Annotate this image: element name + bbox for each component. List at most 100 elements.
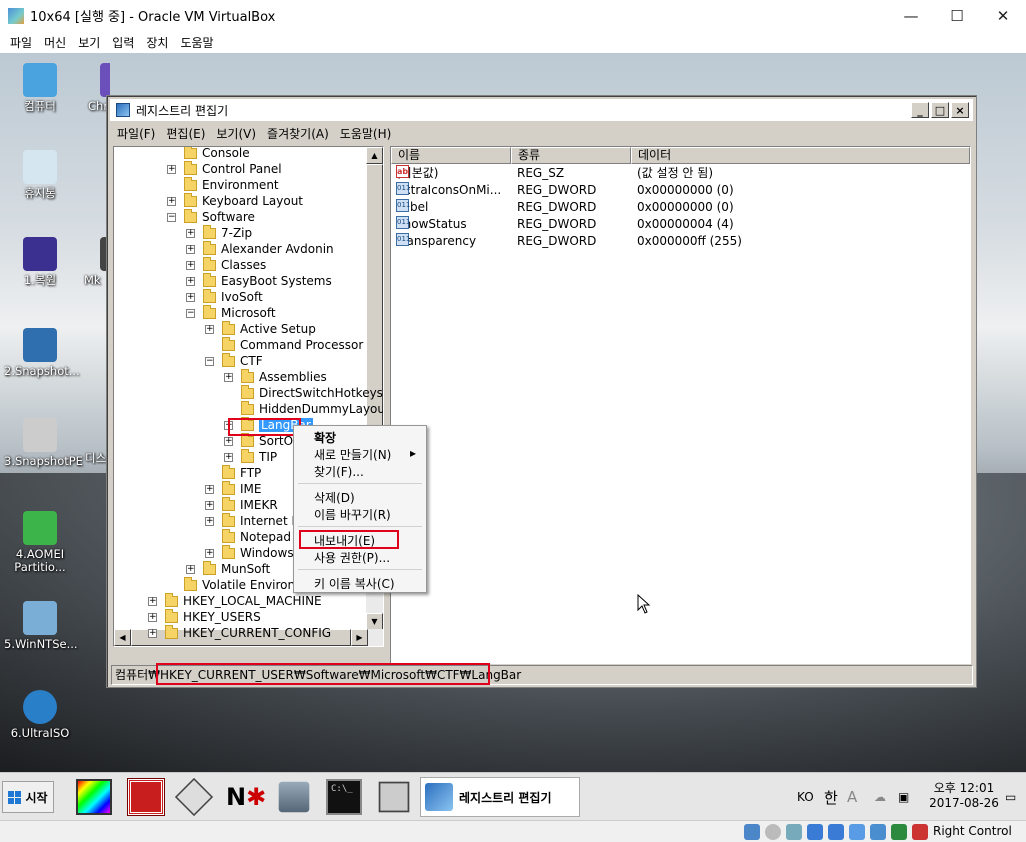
- scroll-up-arrow-icon[interactable]: ▲: [366, 147, 383, 164]
- tree-node[interactable]: + Classes: [186, 256, 266, 273]
- tree-node[interactable]: + IME: [205, 480, 261, 497]
- monitor-app-icon[interactable]: [378, 781, 410, 813]
- ctx-permissions[interactable]: 사용 권한(P)...: [314, 549, 390, 566]
- optical-drive-status-icon[interactable]: [765, 824, 781, 840]
- tree-node[interactable]: + TIP: [224, 448, 277, 465]
- tree-node[interactable]: − Software: [167, 208, 255, 225]
- column-header-type[interactable]: 종류: [511, 147, 631, 164]
- network2-status-icon[interactable]: [828, 824, 844, 840]
- notification-icon[interactable]: ▭: [1005, 773, 1016, 821]
- tree-node[interactable]: HiddenDummyLayou: [224, 400, 383, 417]
- vbox-menu-view[interactable]: 보기: [78, 34, 100, 51]
- tree-node[interactable]: + EasyBoot Systems: [186, 272, 332, 289]
- regedit-menu-view[interactable]: 보기(V): [216, 125, 256, 142]
- regedit-menu-help[interactable]: 도움말(H): [340, 125, 392, 142]
- lang-indicator[interactable]: KO: [797, 773, 814, 821]
- display-status-icon[interactable]: [891, 824, 907, 840]
- expand-icon[interactable]: +: [186, 276, 195, 286]
- expand-icon[interactable]: +: [205, 516, 214, 526]
- column-header-name[interactable]: 이름: [391, 147, 511, 164]
- expand-icon[interactable]: +: [186, 244, 195, 254]
- collapse-icon[interactable]: −: [167, 212, 176, 222]
- tree-node[interactable]: Environment: [167, 176, 279, 193]
- tree-node[interactable]: + Alexander Avdonin: [186, 240, 334, 257]
- ctx-find[interactable]: 찾기(F)...: [314, 463, 364, 480]
- expand-icon[interactable]: +: [205, 548, 214, 558]
- taskbar-clock[interactable]: 오후 12:01 2017-08-26: [928, 781, 1000, 811]
- expand-icon[interactable]: +: [205, 324, 214, 334]
- scroll-down-arrow-icon[interactable]: ▼: [366, 613, 383, 630]
- expand-icon[interactable]: +: [148, 628, 157, 638]
- collapse-icon[interactable]: −: [186, 308, 195, 318]
- nt-password-app-icon[interactable]: N✱: [226, 779, 266, 815]
- regedit-maximize-button[interactable]: □: [931, 102, 949, 118]
- expand-icon[interactable]: +: [224, 420, 233, 430]
- network-status-icon[interactable]: [807, 824, 823, 840]
- vbox-menu-devices[interactable]: 장치: [146, 34, 168, 51]
- collapse-icon[interactable]: −: [205, 356, 214, 366]
- ctx-export[interactable]: 내보내기(E): [314, 532, 375, 549]
- value-row[interactable]: 011 ExtraIconsOnMi... REG_DWORD 0x00000000 …: [391, 182, 966, 199]
- scroll-right-arrow-icon[interactable]: ▶: [351, 629, 368, 646]
- tree-node[interactable]: + Keyboard Layout: [167, 192, 303, 209]
- vbox-menu-file[interactable]: 파일: [10, 34, 32, 51]
- regedit-menu-favorites[interactable]: 즐겨찾기(A): [267, 125, 329, 142]
- desktop-icon-computer[interactable]: 컴퓨터: [4, 63, 76, 113]
- tree-node[interactable]: Volatile Environm: [167, 576, 307, 593]
- regedit-menu-file[interactable]: 파일(F): [117, 125, 155, 142]
- expand-icon[interactable]: +: [205, 484, 214, 494]
- recording-status-icon[interactable]: [912, 824, 928, 840]
- tree-node[interactable]: + MunSoft: [186, 560, 270, 577]
- tree-node[interactable]: + Assemblies: [224, 368, 327, 385]
- expand-icon[interactable]: +: [224, 436, 233, 446]
- ctx-new[interactable]: 새로 만들기(N): [314, 446, 391, 463]
- hdd-status-icon[interactable]: [744, 824, 760, 840]
- tree-node[interactable]: + Active Setup: [205, 320, 316, 337]
- tree-node[interactable]: DirectSwitchHotkeys: [224, 384, 383, 401]
- expand-icon[interactable]: +: [148, 612, 157, 622]
- ctx-rename[interactable]: 이름 바꾸기(R): [314, 506, 391, 523]
- desktop-icon-snapshotpe[interactable]: 3.SnapshotPE: [4, 418, 83, 468]
- desktop-icon-recycle-bin[interactable]: 휴지통: [4, 150, 76, 200]
- scroll-left-arrow-icon[interactable]: ◀: [114, 629, 131, 646]
- expand-icon[interactable]: +: [186, 292, 195, 302]
- vbox-menu-input[interactable]: 입력: [112, 34, 134, 51]
- vbox-menu-machine[interactable]: 머신: [44, 34, 66, 51]
- value-row[interactable]: 011 ShowStatus REG_DWORD 0x00000004 (4): [391, 216, 966, 233]
- tree-node[interactable]: + HKEY_LOCAL_MACHINE: [148, 592, 322, 609]
- expand-icon[interactable]: +: [224, 452, 233, 462]
- vbox-close-button[interactable]: ✕: [980, 0, 1026, 31]
- value-row[interactable]: 011 Label REG_DWORD 0x00000000 (0): [391, 199, 966, 216]
- network-app-icon[interactable]: [278, 781, 310, 813]
- tree-node[interactable]: +7-Zip: [186, 224, 252, 241]
- ime-mode-indicator[interactable]: 한: [824, 773, 838, 821]
- usb-status-icon[interactable]: [849, 824, 865, 840]
- expand-icon[interactable]: +: [224, 372, 233, 382]
- expand-icon[interactable]: +: [205, 500, 214, 510]
- value-row[interactable]: 011 Transparency REG_DWORD 0x000000ff (255): [391, 233, 966, 250]
- tree-node[interactable]: + HKEY_USERS: [148, 608, 261, 625]
- vbox-menu-help[interactable]: 도움말: [180, 34, 213, 51]
- cloud-icon[interactable]: ☁: [874, 773, 886, 821]
- memtest-app-icon[interactable]: [127, 778, 165, 816]
- tree-node[interactable]: − Microsoft: [186, 304, 276, 321]
- audio-status-icon[interactable]: [786, 824, 802, 840]
- vbox-minimize-button[interactable]: —: [888, 0, 934, 31]
- value-row[interactable]: ab (기본값) REG_SZ (값 설정 안 됨): [391, 165, 966, 182]
- expand-icon[interactable]: +: [167, 196, 176, 206]
- shared-folders-status-icon[interactable]: [870, 824, 886, 840]
- tree-node[interactable]: + IvoSoft: [186, 288, 263, 305]
- tree-node[interactable]: + HKEY_CURRENT_CONFIG: [148, 624, 331, 641]
- expand-icon[interactable]: +: [186, 228, 195, 238]
- ctx-expand[interactable]: 확장: [314, 429, 336, 446]
- vbox-maximize-button[interactable]: ☐: [934, 0, 980, 31]
- taskbar-regedit-button[interactable]: 레지스트리 편집기: [420, 777, 580, 817]
- tree-node[interactable]: − CTF: [205, 352, 263, 369]
- desktop-icon-aomei[interactable]: 4.AOMEI Partitio...: [4, 511, 76, 574]
- expand-icon[interactable]: +: [148, 596, 157, 606]
- expand-icon[interactable]: +: [186, 564, 195, 574]
- ctx-copy-key-name[interactable]: 키 이름 복사(C): [314, 575, 395, 592]
- desktop-icon-snapshot[interactable]: 2.Snapshot...: [4, 328, 80, 378]
- tree-node[interactable]: Console: [167, 147, 250, 161]
- tree-node[interactable]: + IMEKR: [205, 496, 278, 513]
